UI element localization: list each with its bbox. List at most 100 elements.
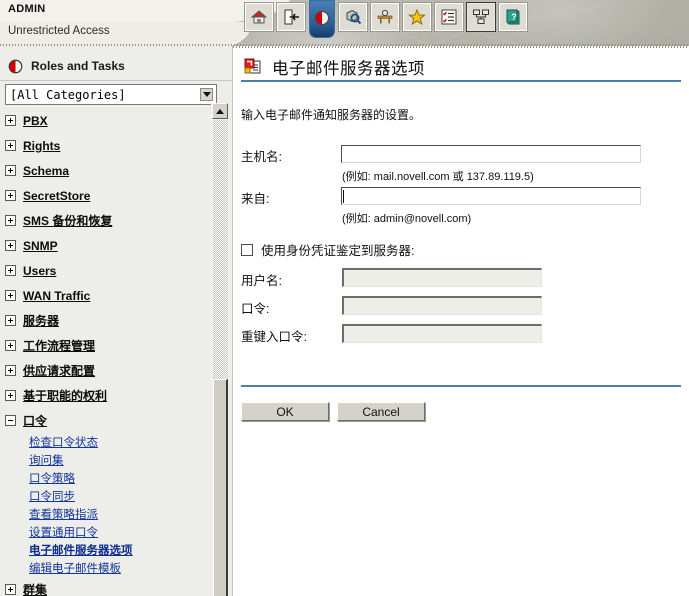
tree-leaf[interactable]: 口令同步	[0, 487, 210, 505]
tree-node-label[interactable]: WAN Traffic	[23, 289, 90, 303]
tree-node[interactable]: PBX	[0, 108, 210, 133]
object-search-icon	[346, 9, 362, 25]
host-input[interactable]	[341, 145, 641, 163]
tree-leaf[interactable]: 口令策略	[0, 469, 210, 487]
tree-leaf[interactable]: 设置通用口令	[0, 523, 210, 541]
tree-leaf-label[interactable]: 口令策略	[29, 470, 75, 486]
category-select[interactable]: [All Categories]	[5, 84, 217, 105]
expand-icon[interactable]	[5, 215, 16, 226]
tree-leaf-label[interactable]: 口令同步	[29, 488, 75, 504]
auth-checkbox-row: 使用身份凭证鉴定到服务器:	[233, 230, 689, 264]
collapse-icon[interactable]	[5, 415, 16, 426]
exit-button[interactable]	[277, 3, 305, 31]
tree-leaf-label[interactable]: 电子邮件服务器选项	[29, 542, 133, 558]
password-label: 口令:	[241, 302, 270, 316]
tree-node[interactable]: 基于职能的权利	[0, 383, 210, 408]
roles-and-tasks-button[interactable]	[309, 0, 335, 38]
tree-node-label[interactable]: Rights	[23, 139, 60, 153]
main-toolbar: ?	[245, 0, 527, 38]
view-objects-button[interactable]	[339, 3, 367, 31]
svg-text:?: ?	[511, 12, 517, 22]
from-label: 来自:	[241, 192, 270, 206]
help-button[interactable]: ?	[499, 3, 527, 31]
expand-icon[interactable]	[5, 190, 16, 201]
tree-node[interactable]: SecretStore	[0, 183, 210, 208]
tree-leaf[interactable]: 编辑电子邮件模板	[0, 559, 210, 577]
expand-icon[interactable]	[5, 290, 16, 301]
tree-node-label[interactable]: SecretStore	[23, 189, 90, 203]
tree-node-label[interactable]: 口令	[23, 412, 47, 429]
expand-icon[interactable]	[5, 265, 16, 276]
favorites-button[interactable]	[403, 3, 431, 31]
tree-leaf-label[interactable]: 设置通用口令	[29, 524, 98, 540]
tree-leaf[interactable]: 查看策略指派	[0, 505, 210, 523]
tree-leaf[interactable]: 询问集	[0, 451, 210, 469]
scroll-up-button[interactable]	[212, 103, 228, 119]
tree-node-label[interactable]: 服务器	[23, 312, 59, 329]
tree-node-label[interactable]: Schema	[23, 164, 69, 178]
tree-node[interactable]: SMS 备份和恢复	[0, 208, 210, 233]
expand-icon[interactable]	[5, 365, 16, 376]
auth-checkbox[interactable]	[241, 243, 253, 256]
page-title-rule	[241, 80, 681, 82]
tree-node[interactable]: Schema	[0, 158, 210, 183]
username-input[interactable]	[342, 268, 542, 287]
tree-node[interactable]: Users	[0, 258, 210, 283]
expand-icon[interactable]	[5, 390, 16, 401]
content-top-divider	[233, 46, 689, 48]
tree-leaf-label[interactable]: 检查口令状态	[29, 434, 98, 450]
tree-node[interactable]: 供应请求配置	[0, 358, 210, 383]
page-title: 电子邮件服务器选项	[272, 60, 425, 78]
expand-icon[interactable]	[5, 315, 16, 326]
scrollbar-thumb[interactable]	[213, 379, 228, 596]
from-input[interactable]	[341, 187, 641, 205]
sidebar-scrollbar[interactable]	[211, 103, 229, 596]
network-tree-button[interactable]	[467, 3, 495, 31]
tree-node[interactable]: 工作流程管理	[0, 333, 210, 358]
novell-imanager-window: ADMIN Unrestricted Access ? Roles and Ta…	[0, 0, 689, 596]
tree-node-label[interactable]: SNMP	[23, 239, 58, 253]
expand-icon[interactable]	[5, 115, 16, 126]
tree-leaf[interactable]: 检查口令状态	[0, 433, 210, 451]
expand-icon[interactable]	[5, 240, 16, 251]
tree-node-label[interactable]: 供应请求配置	[23, 362, 95, 379]
task-list-button[interactable]	[435, 3, 463, 31]
form-bottom-rule	[241, 385, 681, 387]
retype-password-input[interactable]	[342, 324, 542, 343]
expand-icon[interactable]	[5, 165, 16, 176]
tree-node-label[interactable]: SMS 备份和恢复	[23, 212, 112, 229]
tree-node[interactable]: 口令	[0, 408, 210, 433]
host-hint: (例如: mail.novell.com 或 137.89.119.5)	[342, 171, 534, 183]
tree-node-label[interactable]: 基于职能的权利	[23, 387, 107, 404]
tree-leaf-label[interactable]: 查看策略指派	[29, 506, 98, 522]
tree-node[interactable]: Rights	[0, 133, 210, 158]
chevron-down-icon[interactable]	[199, 87, 214, 102]
tree-node-label[interactable]: Users	[23, 264, 56, 278]
from-hint: (例如: admin@novell.com)	[342, 213, 472, 225]
tree-node[interactable]: SNMP	[0, 233, 210, 258]
cancel-button[interactable]: Cancel	[337, 402, 425, 421]
tree-node-label[interactable]: 群集	[23, 581, 47, 596]
auth-checkbox-group[interactable]: 使用身份凭证鉴定到服务器:	[241, 240, 414, 259]
expand-icon[interactable]	[5, 584, 16, 595]
home-icon	[250, 10, 268, 24]
tree-node-label[interactable]: 工作流程管理	[23, 337, 95, 354]
email-server-options-icon	[244, 58, 261, 74]
tree-node[interactable]: WAN Traffic	[0, 283, 210, 308]
password-input[interactable]	[342, 296, 542, 315]
tree-node-label[interactable]: PBX	[23, 114, 48, 128]
expand-icon[interactable]	[5, 340, 16, 351]
exit-icon	[284, 9, 299, 25]
top-banner: ADMIN Unrestricted Access ?	[0, 0, 689, 46]
expand-icon[interactable]	[5, 140, 16, 151]
tree-leaf-label[interactable]: 询问集	[29, 452, 64, 468]
home-button[interactable]	[245, 3, 273, 31]
tree-node[interactable]: 群集	[0, 577, 210, 596]
configure-button[interactable]	[371, 3, 399, 31]
tree-leaf[interactable]: 电子邮件服务器选项	[0, 541, 210, 559]
tree-leaf-label[interactable]: 编辑电子邮件模板	[29, 560, 121, 576]
ok-button[interactable]: OK	[241, 402, 329, 421]
page-header: 电子邮件服务器选项	[243, 55, 425, 79]
host-label: 主机名:	[241, 150, 282, 164]
tree-node[interactable]: 服务器	[0, 308, 210, 333]
